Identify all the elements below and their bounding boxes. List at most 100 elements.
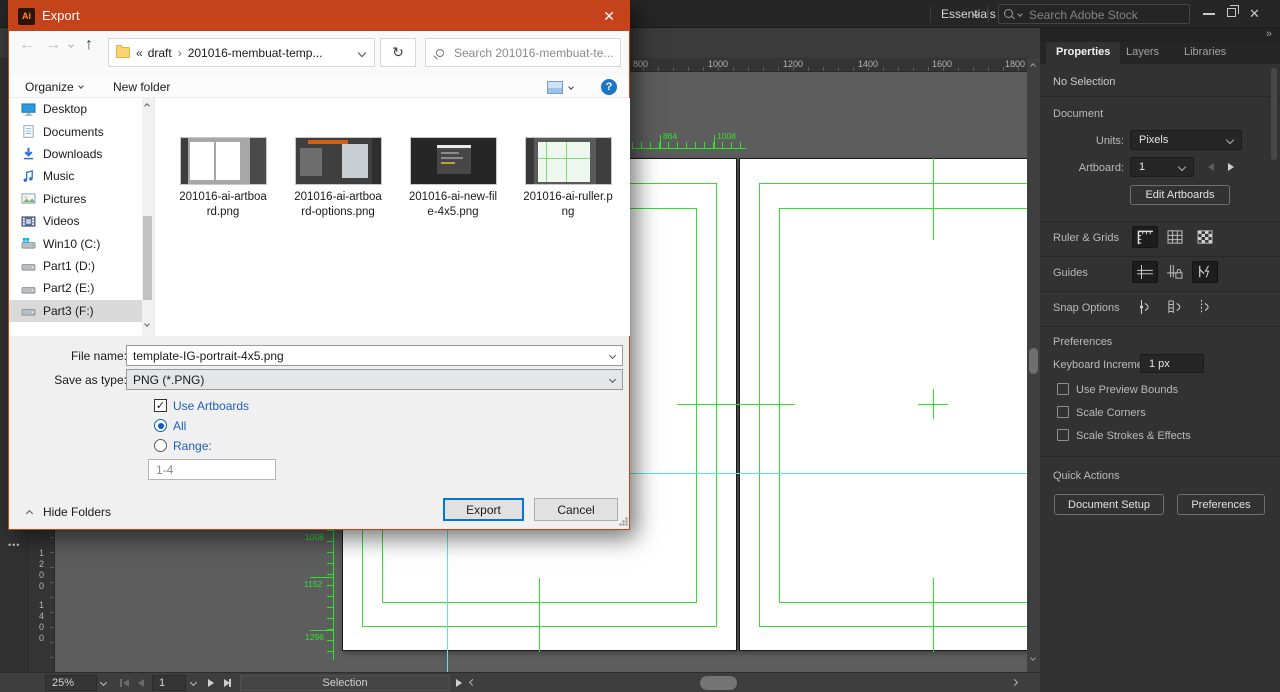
address-dropdown-icon[interactable] — [357, 48, 367, 57]
range-radio[interactable] — [154, 439, 167, 452]
collapse-panels-icon[interactable]: » — [1266, 28, 1272, 40]
no-selection-label: No Selection — [1053, 76, 1116, 88]
sidebar-item-desktop[interactable]: Desktop — [9, 98, 151, 120]
lock-guides-icon[interactable] — [1162, 261, 1188, 283]
file-item[interactable]: 201016-ai-artboa rd-options.png — [288, 138, 388, 220]
up-icon[interactable]: ↑ — [85, 36, 93, 54]
show-guides-icon[interactable] — [1132, 261, 1158, 283]
section-quick-actions: Quick Actions — [1053, 470, 1120, 482]
artboard-value: 1 — [1139, 161, 1146, 173]
search-box[interactable]: Search 201016-membuat-te... — [425, 38, 621, 67]
snap-to-pixel-icon[interactable] — [1192, 296, 1218, 318]
scroll-up-icon[interactable] — [1030, 63, 1036, 69]
organize-menu[interactable]: Organize — [25, 80, 74, 94]
cancel-button[interactable]: Cancel — [534, 498, 618, 521]
snap-to-point-icon[interactable] — [1132, 296, 1158, 318]
scrollbar-thumb[interactable] — [1029, 348, 1038, 374]
scroll-up-icon[interactable] — [144, 103, 150, 109]
status-menu-icon[interactable] — [456, 679, 462, 687]
scroll-down-icon[interactable] — [1030, 655, 1036, 661]
help-icon[interactable]: ? — [601, 79, 617, 95]
tab-layers[interactable]: Layers — [1116, 42, 1169, 64]
artboard-nav-chevron-icon[interactable] — [189, 678, 198, 687]
sidebar-item-win10-c[interactable]: Win10 (C:) — [9, 232, 151, 254]
minimize-icon[interactable] — [1203, 13, 1215, 15]
sidebar-item-videos[interactable]: Videos — [9, 210, 151, 232]
canvas-vertical-scrollbar[interactable] — [1027, 58, 1040, 672]
range-input[interactable]: 1-4 — [148, 459, 276, 480]
preferences-button[interactable]: Preferences — [1177, 494, 1265, 515]
first-artboard-icon[interactable] — [120, 679, 122, 687]
use-artboards-checkbox[interactable]: ✓ — [154, 399, 167, 412]
keyboard-increment-field[interactable]: 1 px — [1140, 354, 1204, 373]
scroll-down-icon[interactable] — [144, 321, 150, 327]
sidebar-item-part1-d[interactable]: Part1 (D:) — [9, 255, 151, 277]
dialog-titlebar[interactable]: Ai Export ✕ — [9, 1, 629, 31]
file-item[interactable]: 201016-ai-new-fil e-4x5.png — [403, 138, 503, 220]
sidebar-scrollbar[interactable] — [142, 98, 153, 336]
view-mode-chevron-icon[interactable] — [568, 84, 574, 90]
file-name-value: template-IG-portrait-4x5.png — [133, 348, 284, 363]
close-icon[interactable]: ✕ — [1249, 6, 1260, 22]
view-mode-icon[interactable] — [547, 81, 563, 94]
show-rulers-icon[interactable] — [1132, 226, 1158, 248]
panel-scrollbar-thumb[interactable] — [1271, 68, 1277, 160]
sidebar-item-part2-e[interactable]: Part2 (E:) — [9, 277, 151, 299]
scrollbar-thumb[interactable] — [143, 216, 152, 300]
tool-status[interactable]: Selection — [240, 675, 450, 691]
all-radio-label: All — [173, 419, 187, 433]
stock-search-box[interactable]: Search Adobe Stock — [998, 4, 1190, 24]
recent-locations-icon[interactable] — [68, 42, 74, 48]
file-item[interactable]: 201016-ai-ruller.p ng — [518, 138, 618, 220]
back-icon[interactable]: ← — [19, 36, 35, 54]
horizontal-scrollbar-thumb[interactable] — [700, 676, 737, 690]
prev-artboard-icon[interactable] — [1208, 163, 1214, 171]
stock-search-placeholder: Search Adobe Stock — [1029, 8, 1138, 22]
use-preview-bounds-checkbox[interactable] — [1057, 383, 1069, 395]
zoom-chevron-icon[interactable] — [99, 678, 108, 687]
resize-grip[interactable] — [619, 517, 628, 526]
forward-icon[interactable]: → — [45, 36, 61, 54]
breadcrumb-root[interactable]: draft — [148, 46, 172, 60]
scroll-right-icon[interactable] — [1010, 678, 1019, 687]
edit-artboards-button[interactable]: Edit Artboards — [1130, 185, 1230, 205]
toolbar-overflow-icon[interactable]: ••• — [8, 540, 20, 550]
sidebar-item-part3-f[interactable]: Part3 (F:) — [9, 299, 151, 322]
artboard-select[interactable]: 1 — [1130, 157, 1194, 177]
tab-libraries[interactable]: Libraries — [1174, 42, 1236, 64]
all-radio[interactable] — [154, 419, 167, 432]
scale-corners-checkbox[interactable] — [1057, 406, 1069, 418]
hide-folders-button[interactable]: Hide Folders — [43, 505, 111, 519]
smart-guides-icon[interactable] — [1192, 261, 1218, 283]
new-folder-button[interactable]: New folder — [113, 80, 170, 94]
artboard-nav-field[interactable]: 1 — [152, 675, 186, 691]
sidebar-item-pictures[interactable]: Pictures — [9, 188, 151, 210]
transparency-grid-icon[interactable] — [1192, 226, 1218, 248]
prev-artboard-icon[interactable] — [138, 679, 144, 687]
close-icon[interactable]: ✕ — [603, 8, 615, 25]
zoom-level[interactable]: 25% — [45, 675, 97, 691]
scroll-left-icon[interactable] — [468, 678, 477, 687]
breadcrumb-sep-icon: › — [177, 45, 182, 60]
save-type-select[interactable]: PNG (*.PNG) — [126, 369, 623, 390]
breadcrumb[interactable]: « draft › 201016-membuat-temp... — [108, 38, 375, 67]
scale-strokes-checkbox[interactable] — [1057, 429, 1069, 441]
first-artboard-icon[interactable] — [123, 679, 129, 687]
breadcrumb-current[interactable]: 201016-membuat-temp... — [188, 46, 323, 60]
sidebar-item-documents[interactable]: Documents — [9, 120, 151, 142]
next-artboard-icon[interactable] — [1228, 163, 1234, 171]
export-button[interactable]: Export — [443, 498, 524, 521]
document-setup-button[interactable]: Document Setup — [1054, 494, 1164, 515]
units-select[interactable]: Pixels — [1130, 130, 1242, 150]
file-name-input[interactable]: template-IG-portrait-4x5.png — [126, 345, 623, 366]
section-document: Document — [1053, 108, 1104, 120]
file-item[interactable]: 201016-ai-artboa rd.png — [173, 138, 273, 220]
tab-properties[interactable]: Properties — [1046, 42, 1121, 64]
snap-to-grid-icon[interactable] — [1162, 296, 1188, 318]
restore-icon[interactable] — [1227, 5, 1239, 17]
next-artboard-icon[interactable] — [208, 679, 214, 687]
show-grid-icon[interactable] — [1162, 226, 1188, 248]
sidebar-item-music[interactable]: Music — [9, 165, 151, 187]
refresh-button[interactable]: ↻ — [380, 38, 416, 67]
sidebar-item-downloads[interactable]: Downloads — [9, 143, 151, 165]
